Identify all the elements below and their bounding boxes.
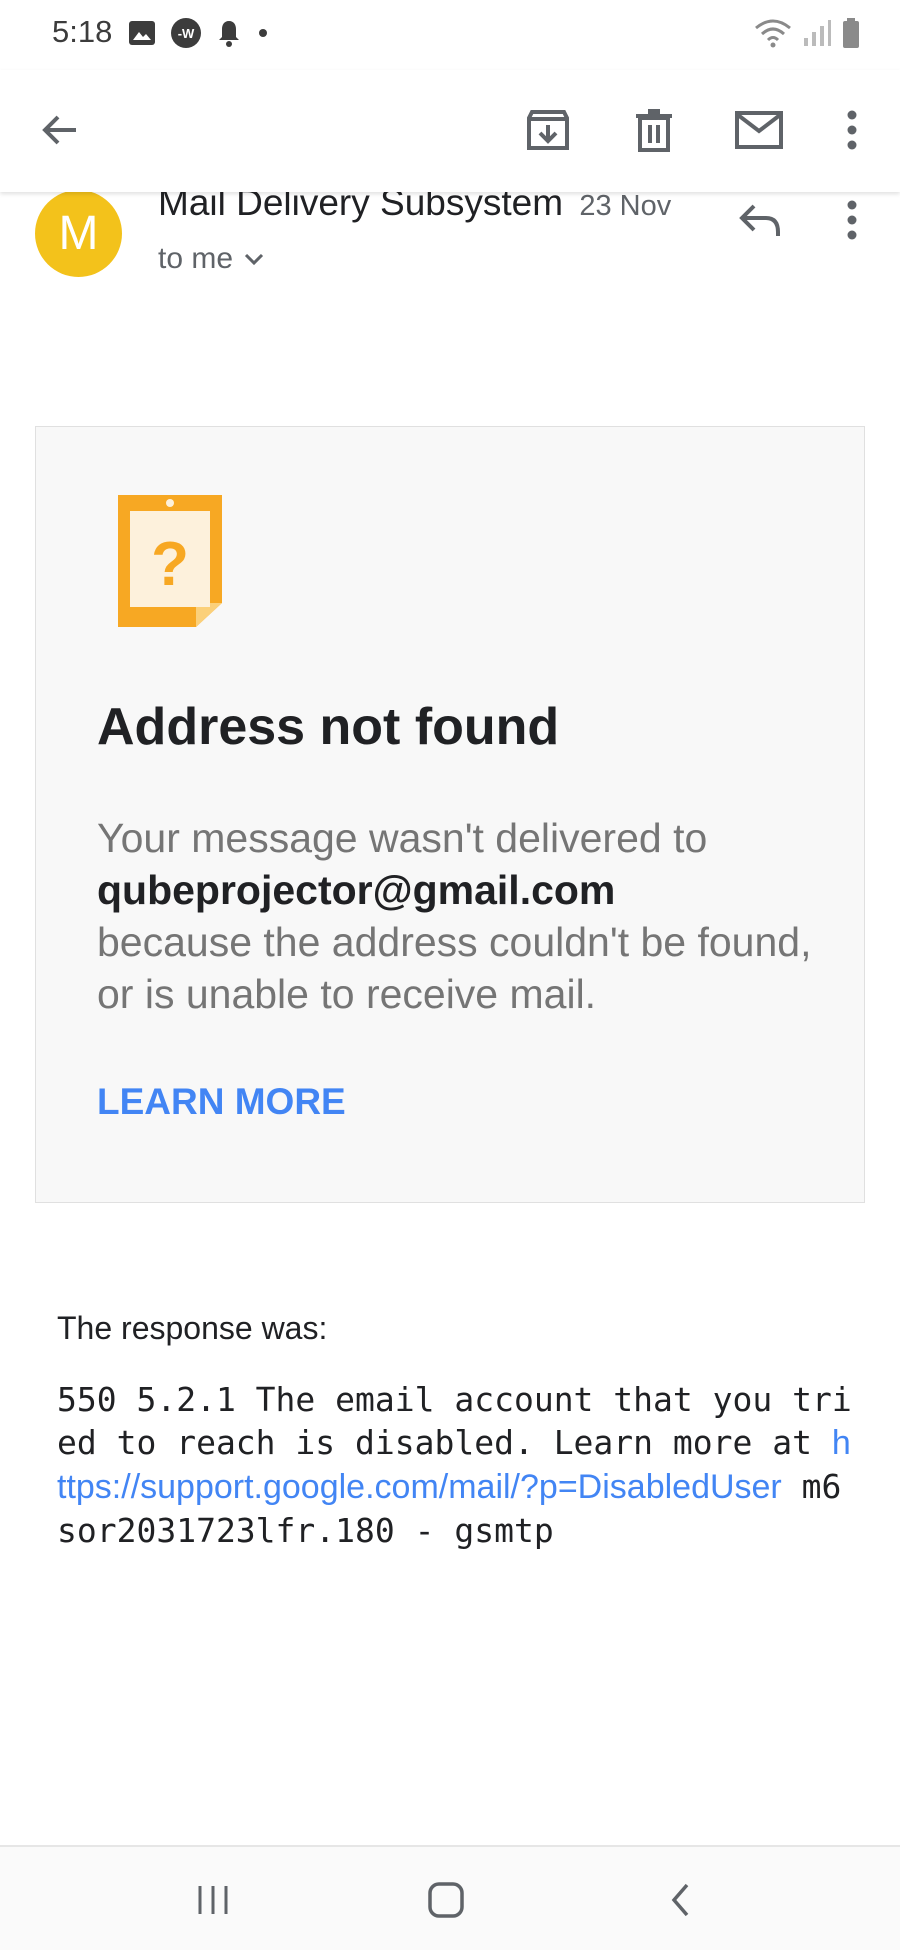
reply-button[interactable] bbox=[728, 188, 792, 252]
bell-icon bbox=[219, 21, 239, 47]
reply-icon bbox=[739, 204, 780, 236]
more-vert-icon bbox=[847, 200, 857, 240]
signal-icon bbox=[804, 20, 831, 46]
more-options-button[interactable] bbox=[820, 98, 884, 162]
card-body: Your message wasn't delivered to qubepro… bbox=[97, 812, 817, 1020]
status-bar: 5:18 -W bbox=[0, 0, 900, 70]
card-title: Address not found bbox=[97, 698, 560, 756]
delete-icon bbox=[636, 109, 672, 152]
delete-button[interactable] bbox=[622, 98, 686, 162]
email-toolbar bbox=[0, 70, 900, 192]
image-icon bbox=[129, 21, 155, 45]
avatar[interactable]: M bbox=[35, 190, 122, 277]
recents-icon bbox=[198, 1886, 228, 1914]
recipient-label: to me bbox=[158, 242, 234, 275]
archive-button[interactable] bbox=[516, 98, 580, 162]
question-note-icon: ? bbox=[118, 495, 222, 627]
response-text: 550 5.2.1 The email account that you tri… bbox=[57, 1378, 857, 1552]
recipient-email: qubeprojector@gmail.com bbox=[97, 867, 616, 913]
home-icon bbox=[428, 1882, 464, 1918]
status-time: 5:18 bbox=[52, 14, 113, 49]
svg-text:?: ? bbox=[151, 530, 189, 599]
dot-icon bbox=[259, 29, 267, 37]
recents-button[interactable] bbox=[183, 1875, 243, 1925]
learn-more-link[interactable]: LEARN MORE bbox=[97, 1081, 346, 1123]
message-date: 23 Nov bbox=[579, 190, 672, 222]
recipient-toggle[interactable]: to me bbox=[158, 242, 265, 276]
more-vert-icon bbox=[847, 110, 857, 150]
system-nav-bar bbox=[0, 1847, 900, 1950]
svg-text:-W: -W bbox=[178, 26, 195, 41]
home-button[interactable] bbox=[416, 1875, 476, 1925]
mark-unread-icon bbox=[735, 111, 783, 149]
body-rest: because the address couldn't be found, o… bbox=[97, 919, 812, 1017]
mark-unread-button[interactable] bbox=[727, 98, 791, 162]
bounce-card: ? Address not found Your message wasn't … bbox=[35, 426, 865, 1203]
system-back-button[interactable] bbox=[651, 1875, 711, 1925]
back-icon bbox=[671, 1883, 689, 1917]
response-text-before: 550 5.2.1 The email account that you tri… bbox=[57, 1380, 852, 1462]
status-left-icons: -W bbox=[128, 17, 270, 49]
body-intro: Your message wasn't delivered to bbox=[97, 815, 708, 861]
battery-icon bbox=[843, 18, 859, 48]
arrow-left-icon bbox=[42, 115, 76, 145]
status-right-icons bbox=[754, 17, 860, 49]
message-more-button[interactable] bbox=[820, 188, 884, 252]
archive-icon bbox=[527, 110, 569, 150]
response-label: The response was: bbox=[57, 1310, 328, 1346]
back-button[interactable] bbox=[28, 98, 92, 162]
message-header: M Mail Delivery Subsystem 23 Nov to me bbox=[0, 182, 900, 302]
app-w-icon: -W bbox=[171, 18, 201, 48]
wifi-icon bbox=[755, 19, 791, 48]
chevron-down-icon bbox=[244, 253, 264, 266]
